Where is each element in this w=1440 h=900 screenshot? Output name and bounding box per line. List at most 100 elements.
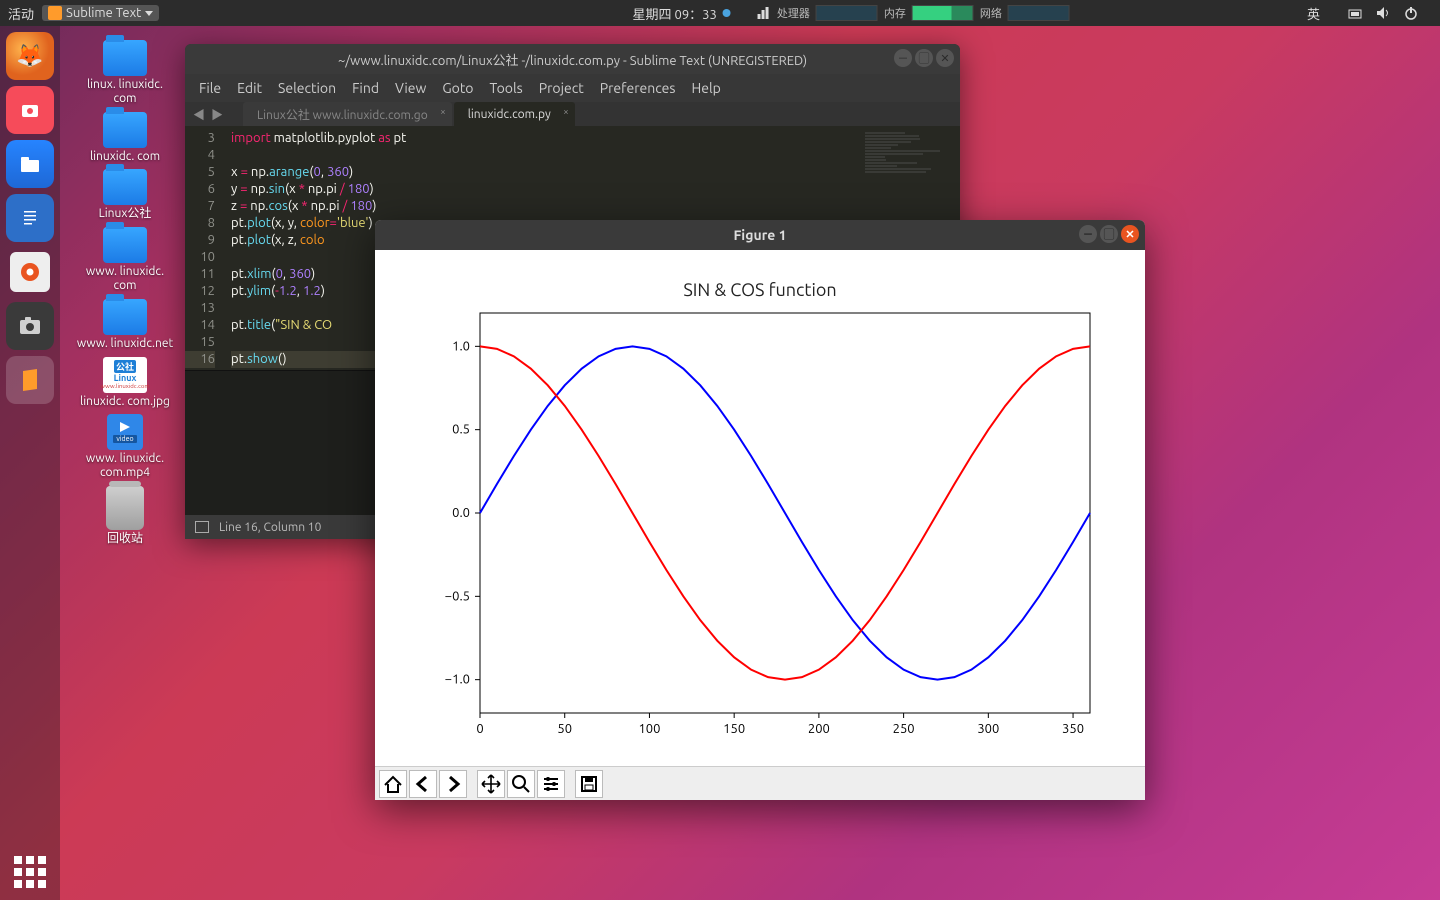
tab-label: linuxidc.com.py [468, 108, 551, 121]
volume-icon[interactable] [1376, 6, 1390, 20]
pan-button[interactable] [477, 770, 505, 798]
network-icon[interactable] [1348, 6, 1362, 20]
dock-firefox[interactable]: 🦊 [6, 32, 54, 80]
maximize-button[interactable]: ▢ [1100, 225, 1118, 243]
activities-button[interactable]: 活动 [8, 4, 34, 23]
svg-text:200: 200 [808, 722, 830, 736]
mem-label: 内存 [884, 5, 906, 21]
close-icon[interactable]: × [563, 106, 569, 117]
tab-bar-row: ◀ ▶ Linux公社 www.linuxidc.com.go×linuxidc… [185, 102, 960, 126]
menu-help[interactable]: Help [691, 80, 720, 96]
desktop-icons: linux. linuxidc. com linuxidc. com Linux公社… [70, 40, 180, 546]
maximize-button[interactable]: ▢ [915, 49, 933, 67]
window-title: Figure 1 [733, 227, 786, 243]
desktop-icon-label: linux. linuxidc. com [75, 78, 175, 106]
minimize-button[interactable]: － [1079, 225, 1097, 243]
desktop-icon[interactable]: www. linuxidc. com [70, 227, 180, 293]
dock-gnome-screenshot[interactable] [6, 302, 54, 350]
desktop-icon[interactable]: www. linuxidc.net [70, 299, 180, 351]
svg-text:0: 0 [476, 722, 483, 736]
editor-tab[interactable]: Linux公社 www.linuxidc.com.go× [243, 102, 452, 126]
desktop-icon[interactable]: linuxidc. com [70, 112, 180, 164]
plot-canvas[interactable]: SIN & COS function 050100150200250300350… [375, 250, 1145, 766]
desktop-icon[interactable]: linux. linuxidc. com [70, 40, 180, 106]
svg-text:1.0: 1.0 [452, 339, 470, 353]
svg-text:250: 250 [893, 722, 915, 736]
desktop-icon-label: www. linuxidc. com [75, 265, 175, 293]
desktop-icon[interactable]: 公社Linuxwww.linuxidc.com linuxidc. com.jpg [70, 357, 180, 409]
net-graph[interactable] [1008, 5, 1070, 21]
svg-text:−1.0: −1.0 [445, 673, 470, 687]
desktop-icon[interactable]: 回收站 [70, 486, 180, 546]
chart-title: SIN & COS function [375, 280, 1145, 300]
svg-text:−0.5: −0.5 [445, 589, 470, 603]
active-app-menu[interactable]: Sublime Text [42, 5, 159, 21]
home-button[interactable] [379, 770, 407, 798]
svg-text:0.5: 0.5 [452, 423, 470, 437]
menu-file[interactable]: File [199, 80, 221, 96]
matplotlib-figure-window: Figure 1 － ▢ ✕ SIN & COS function 050100… [375, 220, 1145, 800]
trash-icon [106, 486, 144, 530]
desktop-icon-label: 回收站 [107, 532, 143, 546]
close-button[interactable]: ✕ [1121, 225, 1139, 243]
desktop-icon-label: Linux公社 [99, 207, 152, 221]
dock-sublime-text[interactable] [6, 356, 54, 404]
save-button[interactable] [575, 770, 603, 798]
minimize-button[interactable]: － [894, 49, 912, 67]
desktop-icon-label: www. linuxidc.net [77, 337, 173, 351]
editor-tab[interactable]: linuxidc.com.py × [454, 102, 575, 126]
svg-text:350: 350 [1062, 722, 1084, 736]
menu-selection[interactable]: Selection [278, 80, 336, 96]
window-title: ~/www.linuxidc.com/Linux公社 -/linuxidc.co… [338, 50, 807, 69]
mem-graph[interactable] [912, 5, 974, 21]
folder-icon [103, 299, 147, 335]
image-thumb-icon: 公社Linuxwww.linuxidc.com [103, 357, 147, 393]
window-titlebar[interactable]: Figure 1 － ▢ ✕ [375, 220, 1145, 250]
tabs: Linux公社 www.linuxidc.com.go×linuxidc.com… [243, 102, 577, 126]
folder-icon [103, 40, 147, 76]
dock-screenshot[interactable] [6, 86, 54, 134]
dock-ubuntu-software[interactable] [6, 248, 54, 296]
back-arrow-icon[interactable]: ◀ [193, 106, 205, 123]
menu-tools[interactable]: Tools [490, 80, 523, 96]
back-button[interactable] [409, 770, 437, 798]
close-icon[interactable]: × [440, 106, 446, 117]
panel-switch-icon[interactable] [195, 521, 209, 533]
close-button[interactable]: ✕ [936, 49, 954, 67]
ime-indicator[interactable]: 英 [1307, 4, 1320, 23]
sublime-icon [48, 6, 62, 20]
svg-text:150: 150 [723, 722, 745, 736]
power-icon[interactable] [1404, 6, 1418, 20]
menu-goto[interactable]: Goto [442, 80, 473, 96]
chart-icon[interactable] [757, 6, 771, 20]
desktop-icon[interactable]: videowww. linuxidc. com.mp4 [70, 414, 180, 480]
status-line-col: Line 16, Column 10 [219, 521, 321, 534]
notification-dot[interactable] [723, 9, 731, 17]
chevron-down-icon [145, 11, 153, 16]
configure-button[interactable] [537, 770, 565, 798]
svg-text:50: 50 [557, 722, 572, 736]
svg-text:300: 300 [977, 722, 999, 736]
desktop-icon-label: linuxidc. com [90, 150, 160, 164]
desktop-icon-label: linuxidc. com.jpg [80, 395, 170, 409]
dock-show-applications[interactable] [14, 856, 46, 888]
matplotlib-toolbar [375, 766, 1145, 800]
forward-button[interactable] [439, 770, 467, 798]
dock-files[interactable] [6, 140, 54, 188]
dock-libreoffice-writer[interactable] [6, 194, 54, 242]
menu-preferences[interactable]: Preferences [600, 80, 676, 96]
desktop-icon[interactable]: Linux公社 [70, 169, 180, 221]
net-label: 网络 [980, 5, 1002, 21]
zoom-button[interactable] [507, 770, 535, 798]
menu-find[interactable]: Find [352, 80, 379, 96]
menu-edit[interactable]: Edit [237, 80, 262, 96]
window-titlebar[interactable]: ~/www.linuxidc.com/Linux公社 -/linuxidc.co… [185, 44, 960, 74]
clock[interactable]: 星期四 09：33 [633, 4, 717, 23]
menu-view[interactable]: View [395, 80, 426, 96]
forward-arrow-icon[interactable]: ▶ [211, 106, 223, 123]
svg-text:0.0: 0.0 [452, 506, 470, 520]
menu-project[interactable]: Project [539, 80, 584, 96]
gnome-top-panel: 活动 Sublime Text 星期四 09：33 处理器 内存 网络 英 [0, 0, 1440, 26]
ubuntu-dock: 🦊 [0, 26, 60, 900]
cpu-graph[interactable] [816, 5, 878, 21]
